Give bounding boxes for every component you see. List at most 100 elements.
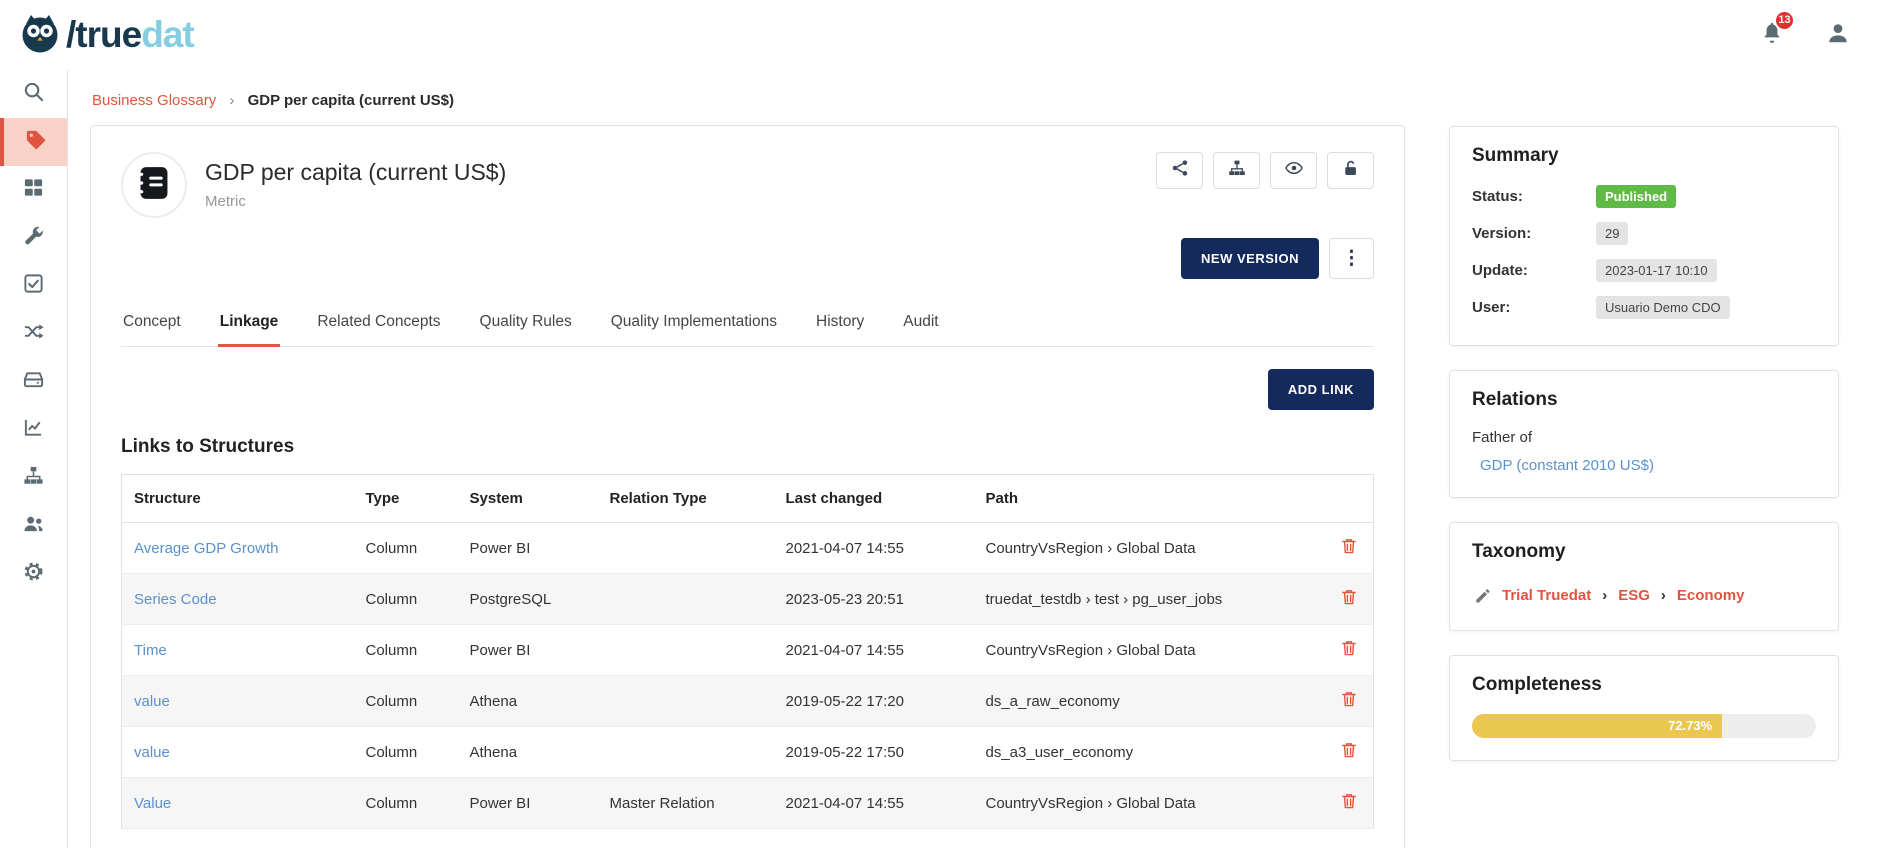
sidebar-item-search[interactable] bbox=[0, 70, 67, 118]
trash-icon bbox=[1340, 690, 1358, 708]
chart-icon bbox=[23, 417, 44, 443]
relations-group-label: Father of bbox=[1472, 429, 1816, 446]
trash-icon bbox=[1340, 588, 1358, 606]
concept-type-label: Metric bbox=[205, 193, 506, 210]
status-label: Status: bbox=[1472, 188, 1596, 205]
structure-link[interactable]: Average GDP Growth bbox=[134, 540, 279, 557]
sidebar-item-users[interactable] bbox=[0, 502, 67, 550]
truedat-logo[interactable]: /truedat bbox=[18, 11, 194, 60]
user-label: User: bbox=[1472, 299, 1596, 316]
system-cell: Power BI bbox=[458, 778, 598, 829]
delete-link-button[interactable] bbox=[1340, 741, 1358, 759]
sidebar-item-analytics[interactable] bbox=[0, 406, 67, 454]
last-changed-cell: 2019-05-22 17:20 bbox=[774, 676, 974, 727]
col-header-path: Path bbox=[974, 475, 1326, 523]
relation-link[interactable]: GDP (constant 2010 US$) bbox=[1480, 457, 1654, 474]
shuffle-icon bbox=[23, 321, 44, 347]
col-header-relation-type: Relation Type bbox=[598, 475, 774, 523]
delete-link-button[interactable] bbox=[1340, 639, 1358, 657]
sidebar-item-admin-tools[interactable] bbox=[0, 214, 67, 262]
structure-link[interactable]: Series Code bbox=[134, 591, 217, 608]
book-icon bbox=[135, 164, 173, 207]
table-row: Value Column Power BI Master Relation 20… bbox=[122, 778, 1374, 829]
tab-quality-rules[interactable]: Quality Rules bbox=[478, 301, 574, 346]
breadcrumb-business-glossary[interactable]: Business Glossary bbox=[92, 92, 216, 109]
col-header-system: System bbox=[458, 475, 598, 523]
path-cell: truedat_testdb › test › pg_user_jobs bbox=[974, 574, 1326, 625]
relation-type-cell bbox=[598, 625, 774, 676]
relation-type-cell: Master Relation bbox=[598, 778, 774, 829]
table-row: value Column Athena 2019-05-22 17:20 ds_… bbox=[122, 676, 1374, 727]
tab-audit[interactable]: Audit bbox=[901, 301, 940, 346]
structure-link[interactable]: Value bbox=[134, 795, 171, 812]
relation-type-cell bbox=[598, 574, 774, 625]
delete-link-button[interactable] bbox=[1340, 588, 1358, 606]
share-button[interactable] bbox=[1156, 152, 1203, 189]
trash-icon bbox=[1340, 792, 1358, 810]
completeness-percent-label: 72.73% bbox=[1668, 718, 1712, 733]
permissions-button[interactable] bbox=[1327, 152, 1374, 189]
watch-button[interactable] bbox=[1270, 152, 1317, 189]
structure-link[interactable]: value bbox=[134, 693, 170, 710]
completeness-card: Completeness 72.73% bbox=[1449, 655, 1839, 761]
tab-quality-implementations[interactable]: Quality Implementations bbox=[609, 301, 779, 346]
tab-linkage[interactable]: Linkage bbox=[218, 301, 281, 347]
add-link-button[interactable]: ADD LINK bbox=[1268, 369, 1374, 410]
taxonomy-link-esg[interactable]: ESG bbox=[1618, 587, 1650, 604]
type-cell: Column bbox=[354, 778, 458, 829]
col-header-type: Type bbox=[354, 475, 458, 523]
type-cell: Column bbox=[354, 625, 458, 676]
delete-link-button[interactable] bbox=[1340, 537, 1358, 555]
hierarchy-button[interactable] bbox=[1213, 152, 1260, 189]
taxonomy-link-trial-truedat[interactable]: Trial Truedat bbox=[1502, 587, 1591, 604]
delete-link-button[interactable] bbox=[1340, 792, 1358, 810]
unlock-icon bbox=[1342, 159, 1360, 182]
user-icon bbox=[1826, 32, 1850, 49]
delete-link-button[interactable] bbox=[1340, 690, 1358, 708]
edit-taxonomy-button[interactable] bbox=[1474, 587, 1491, 604]
sidebar-item-quality[interactable] bbox=[0, 262, 67, 310]
breadcrumb-separator: › bbox=[229, 92, 234, 109]
search-icon bbox=[23, 81, 44, 107]
completeness-fill: 72.73% bbox=[1472, 714, 1722, 738]
account-button[interactable] bbox=[1826, 21, 1850, 50]
page-title: GDP per capita (current US$) bbox=[205, 159, 506, 186]
col-header-last-changed: Last changed bbox=[774, 475, 974, 523]
tab-related-concepts[interactable]: Related Concepts bbox=[315, 301, 442, 346]
system-cell: Power BI bbox=[458, 625, 598, 676]
sidebar-item-business-glossary[interactable] bbox=[0, 118, 67, 166]
breadcrumb: Business Glossary › GDP per capita (curr… bbox=[92, 92, 1405, 109]
sidebar-item-lineage[interactable] bbox=[0, 310, 67, 358]
sidebar-item-settings[interactable] bbox=[0, 550, 67, 598]
more-options-button[interactable]: ⋮ bbox=[1329, 238, 1374, 279]
pencil-icon bbox=[1474, 587, 1491, 604]
tab-history[interactable]: History bbox=[814, 301, 866, 346]
tag-icon bbox=[25, 129, 46, 155]
table-header-row: Structure Type System Relation Type Last… bbox=[122, 475, 1374, 523]
tab-concept[interactable]: Concept bbox=[121, 301, 183, 346]
update-label: Update: bbox=[1472, 262, 1596, 279]
sidebar-item-structures[interactable] bbox=[0, 454, 67, 502]
summary-title: Summary bbox=[1472, 145, 1816, 167]
taxonomy-link-economy[interactable]: Economy bbox=[1677, 587, 1745, 604]
owl-logo-icon bbox=[18, 11, 62, 60]
status-badge: Published bbox=[1596, 185, 1676, 208]
users-icon bbox=[23, 513, 44, 539]
path-cell: CountryVsRegion › Global Data bbox=[974, 625, 1326, 676]
path-cell: ds_a_raw_economy bbox=[974, 676, 1326, 727]
table-row: Time Column Power BI 2021-04-07 14:55 Co… bbox=[122, 625, 1374, 676]
notifications-button[interactable]: 13 bbox=[1760, 21, 1784, 50]
version-label: Version: bbox=[1472, 225, 1596, 242]
last-changed-cell: 2023-05-23 20:51 bbox=[774, 574, 974, 625]
structure-link[interactable]: value bbox=[134, 744, 170, 761]
gear-icon bbox=[23, 561, 44, 587]
trash-icon bbox=[1340, 537, 1358, 555]
check-square-icon bbox=[23, 273, 44, 299]
user-badge: Usuario Demo CDO bbox=[1596, 296, 1730, 319]
structure-link[interactable]: Time bbox=[134, 642, 167, 659]
sidebar-item-dashboards[interactable] bbox=[0, 166, 67, 214]
share-icon bbox=[1171, 159, 1189, 182]
new-version-button[interactable]: NEW VERSION bbox=[1181, 238, 1319, 279]
system-cell: Athena bbox=[458, 727, 598, 778]
sidebar-item-data-catalog[interactable] bbox=[0, 358, 67, 406]
